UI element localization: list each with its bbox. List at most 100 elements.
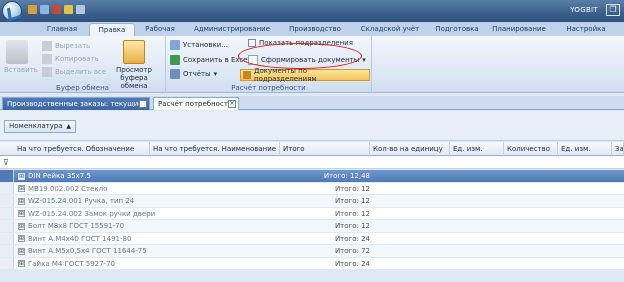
tab-warehouse[interactable]: Складской учёт (351, 23, 429, 36)
table-row[interactable]: ⊞ WZ-015.24.002 Замок ручки двери Итого:… (0, 207, 624, 220)
needs-calculation-group-label: Расчёт потребности (231, 84, 306, 92)
row-total: Итого: 12 (334, 209, 370, 218)
filter-row[interactable]: ⊽ (0, 156, 624, 169)
table-row[interactable]: ⊞ Гайка М4 ГОСТ 5927-70 Итого: 24 (0, 257, 624, 270)
row-indicator (0, 220, 14, 232)
tab-production[interactable]: Производство (282, 23, 348, 36)
documents-by-subdivision-menu-item[interactable]: Документы по подразделениям (240, 67, 370, 83)
cut-button[interactable]: Вырезать (42, 41, 90, 51)
grouping-panel: Номенклатура ▲ (0, 111, 624, 141)
row-group-label: Винт А.М5х0,5х4 ГОСТ 11644-75 (28, 247, 147, 255)
app-logo-icon[interactable] (2, 1, 22, 21)
row-total: Итого: 12,48 (323, 172, 370, 180)
paste-icon (6, 40, 28, 64)
table-row[interactable]: ⊞ WZ-015.24.001 Ручка, тип 24 Итого: 12 (0, 195, 624, 208)
row-total: Итого: 72 (334, 247, 370, 255)
tab-settings[interactable]: Настройка (557, 23, 615, 36)
row-total: Итого: 12 (334, 184, 370, 193)
expand-icon[interactable]: ⊞ (18, 172, 25, 180)
expand-icon[interactable]: ⊞ (18, 197, 25, 205)
reports-icon (170, 69, 180, 79)
reports-button[interactable]: Отчёты ▾ (170, 69, 217, 79)
close-tab-icon[interactable]: × (228, 100, 236, 108)
group-by-nomenclature-chip[interactable]: Номенклатура ▲ (4, 120, 76, 133)
column-header-replacement[interactable]: Зам (612, 142, 624, 156)
row-group-label: DIN Рейка 35х7.5 (28, 172, 91, 180)
column-header-unit-2[interactable]: Ед. изм. (558, 142, 612, 156)
quick-access-export-icon[interactable] (64, 5, 73, 14)
copy-button[interactable]: Копировать (42, 54, 99, 64)
column-header-qty-per-unit[interactable]: Кол-во на единицу (370, 142, 450, 156)
row-indicator (0, 245, 14, 257)
row-indicator (0, 182, 14, 194)
row-group-label: WZ-015.24.001 Ручка, тип 24 (28, 197, 135, 205)
filter-icon[interactable]: ⊽ (3, 158, 9, 167)
save-excel-button[interactable]: Сохранить в Exce (170, 55, 248, 65)
clipboard-preview-icon (123, 40, 145, 64)
row-total: Итого: 24 (334, 234, 370, 243)
row-indicator (0, 207, 14, 219)
ribbon-tabs: Главная Правка Рабочая Администрирование… (0, 22, 624, 36)
expand-icon[interactable]: ⊞ (18, 235, 25, 242)
select-all-button[interactable]: Выделить все (42, 67, 106, 77)
clipboard-group-label: Буфер обмена (56, 84, 109, 92)
restore-window-button[interactable]: ❐ (606, 4, 620, 16)
tab-administration[interactable]: Администрирование (185, 23, 279, 36)
reports-dropdown-icon: ▾ (213, 70, 218, 78)
tab-home[interactable]: Главная (38, 23, 86, 36)
row-group-label: MB19.002.002 Стекло (28, 184, 108, 193)
column-header-unit[interactable]: Ед. изм. (450, 142, 504, 156)
table-row[interactable]: ⊞ Винт А.М4х40 ГОСТ 1491-80 Итого: 24 (0, 232, 624, 245)
row-group-label: Гайка М4 ГОСТ 5927-70 (28, 259, 115, 268)
reports-label: Отчёты (183, 70, 211, 78)
doc-tab-production-orders[interactable]: Производственные заказы: текущие × (2, 97, 150, 110)
table-row[interactable]: ⊞ DIN Рейка 35х7.5 Итого: 12,48 (0, 170, 624, 183)
table-row[interactable]: ⊞ MB19.002.002 Стекло Итого: 12 (0, 182, 624, 195)
column-header-name[interactable]: На что требуется. Наименование (150, 142, 280, 156)
table-row[interactable]: ⊞ Болт М8х8 ГОСТ 15591-70 Итого: 12 (0, 220, 624, 233)
expand-icon[interactable]: ⊞ (18, 185, 25, 192)
expand-icon[interactable]: ⊞ (18, 247, 25, 255)
paste-button[interactable]: Вставить (4, 40, 38, 74)
checkbox-icon (248, 39, 256, 47)
copy-label: Копировать (55, 55, 99, 63)
row-group-label: WZ-015.24.002 Замок ручки двери (28, 209, 156, 218)
row-group-label: Винт А.М4х40 ГОСТ 1491-80 (28, 234, 132, 243)
settings-button[interactable]: Установки... (170, 40, 228, 50)
sort-ascending-icon: ▲ (66, 123, 71, 130)
form-documents-dropdown-icon: ▾ (362, 56, 366, 64)
quick-access-open-icon[interactable] (28, 5, 37, 14)
quick-access-preview-icon[interactable] (76, 5, 85, 14)
settings-icon (170, 40, 180, 50)
close-tab-icon[interactable]: × (139, 100, 147, 108)
documents-by-subdivision-label: Документы по подразделениям (254, 67, 317, 83)
column-header-quantity[interactable]: Количество (504, 142, 558, 156)
column-header-total[interactable]: Итого (280, 142, 370, 156)
tab-planning[interactable]: Планирование (486, 23, 552, 36)
select-all-icon (42, 67, 52, 77)
app-title: YOGBIT (570, 6, 598, 14)
expand-icon[interactable]: ⊞ (18, 222, 25, 230)
quick-access-save-icon[interactable] (40, 5, 49, 14)
doc-tab-needs-calculation-label: Расчёт потребности (158, 100, 233, 108)
table-row[interactable]: ⊞ Винт А.М5х0,5х4 ГОСТ 11644-75 Итого: 7… (0, 245, 624, 258)
row-total: Итого: 12 (334, 197, 370, 205)
tab-edit[interactable]: Правка (89, 23, 135, 36)
scissors-icon (42, 41, 52, 51)
clipboard-preview-button[interactable]: Просмотр буфера обмена (106, 40, 162, 90)
row-indicator (0, 232, 14, 244)
expand-icon[interactable]: ⊞ (18, 210, 25, 217)
title-bar: YOGBIT ❐ (0, 0, 624, 22)
row-total: Итого: 12 (334, 222, 370, 230)
column-header-designation[interactable]: На что требуется. Обозначение (14, 142, 150, 156)
tab-work[interactable]: Рабочая (138, 23, 182, 36)
cut-label: Вырезать (55, 42, 91, 50)
clipboard-group: Вставить Вырезать Копировать Выделить вс… (0, 36, 166, 93)
paste-label: Вставить (4, 66, 38, 74)
expand-icon[interactable]: ⊞ (18, 260, 25, 267)
quick-access-print-icon[interactable] (52, 5, 61, 14)
doc-tab-needs-calculation[interactable]: Расчёт потребности × (153, 97, 239, 110)
doc-tab-production-orders-label: Производственные заказы: текущие (7, 100, 143, 108)
tab-preparation[interactable]: Подготовка (432, 23, 482, 36)
settings-label: Установки... (183, 41, 228, 49)
